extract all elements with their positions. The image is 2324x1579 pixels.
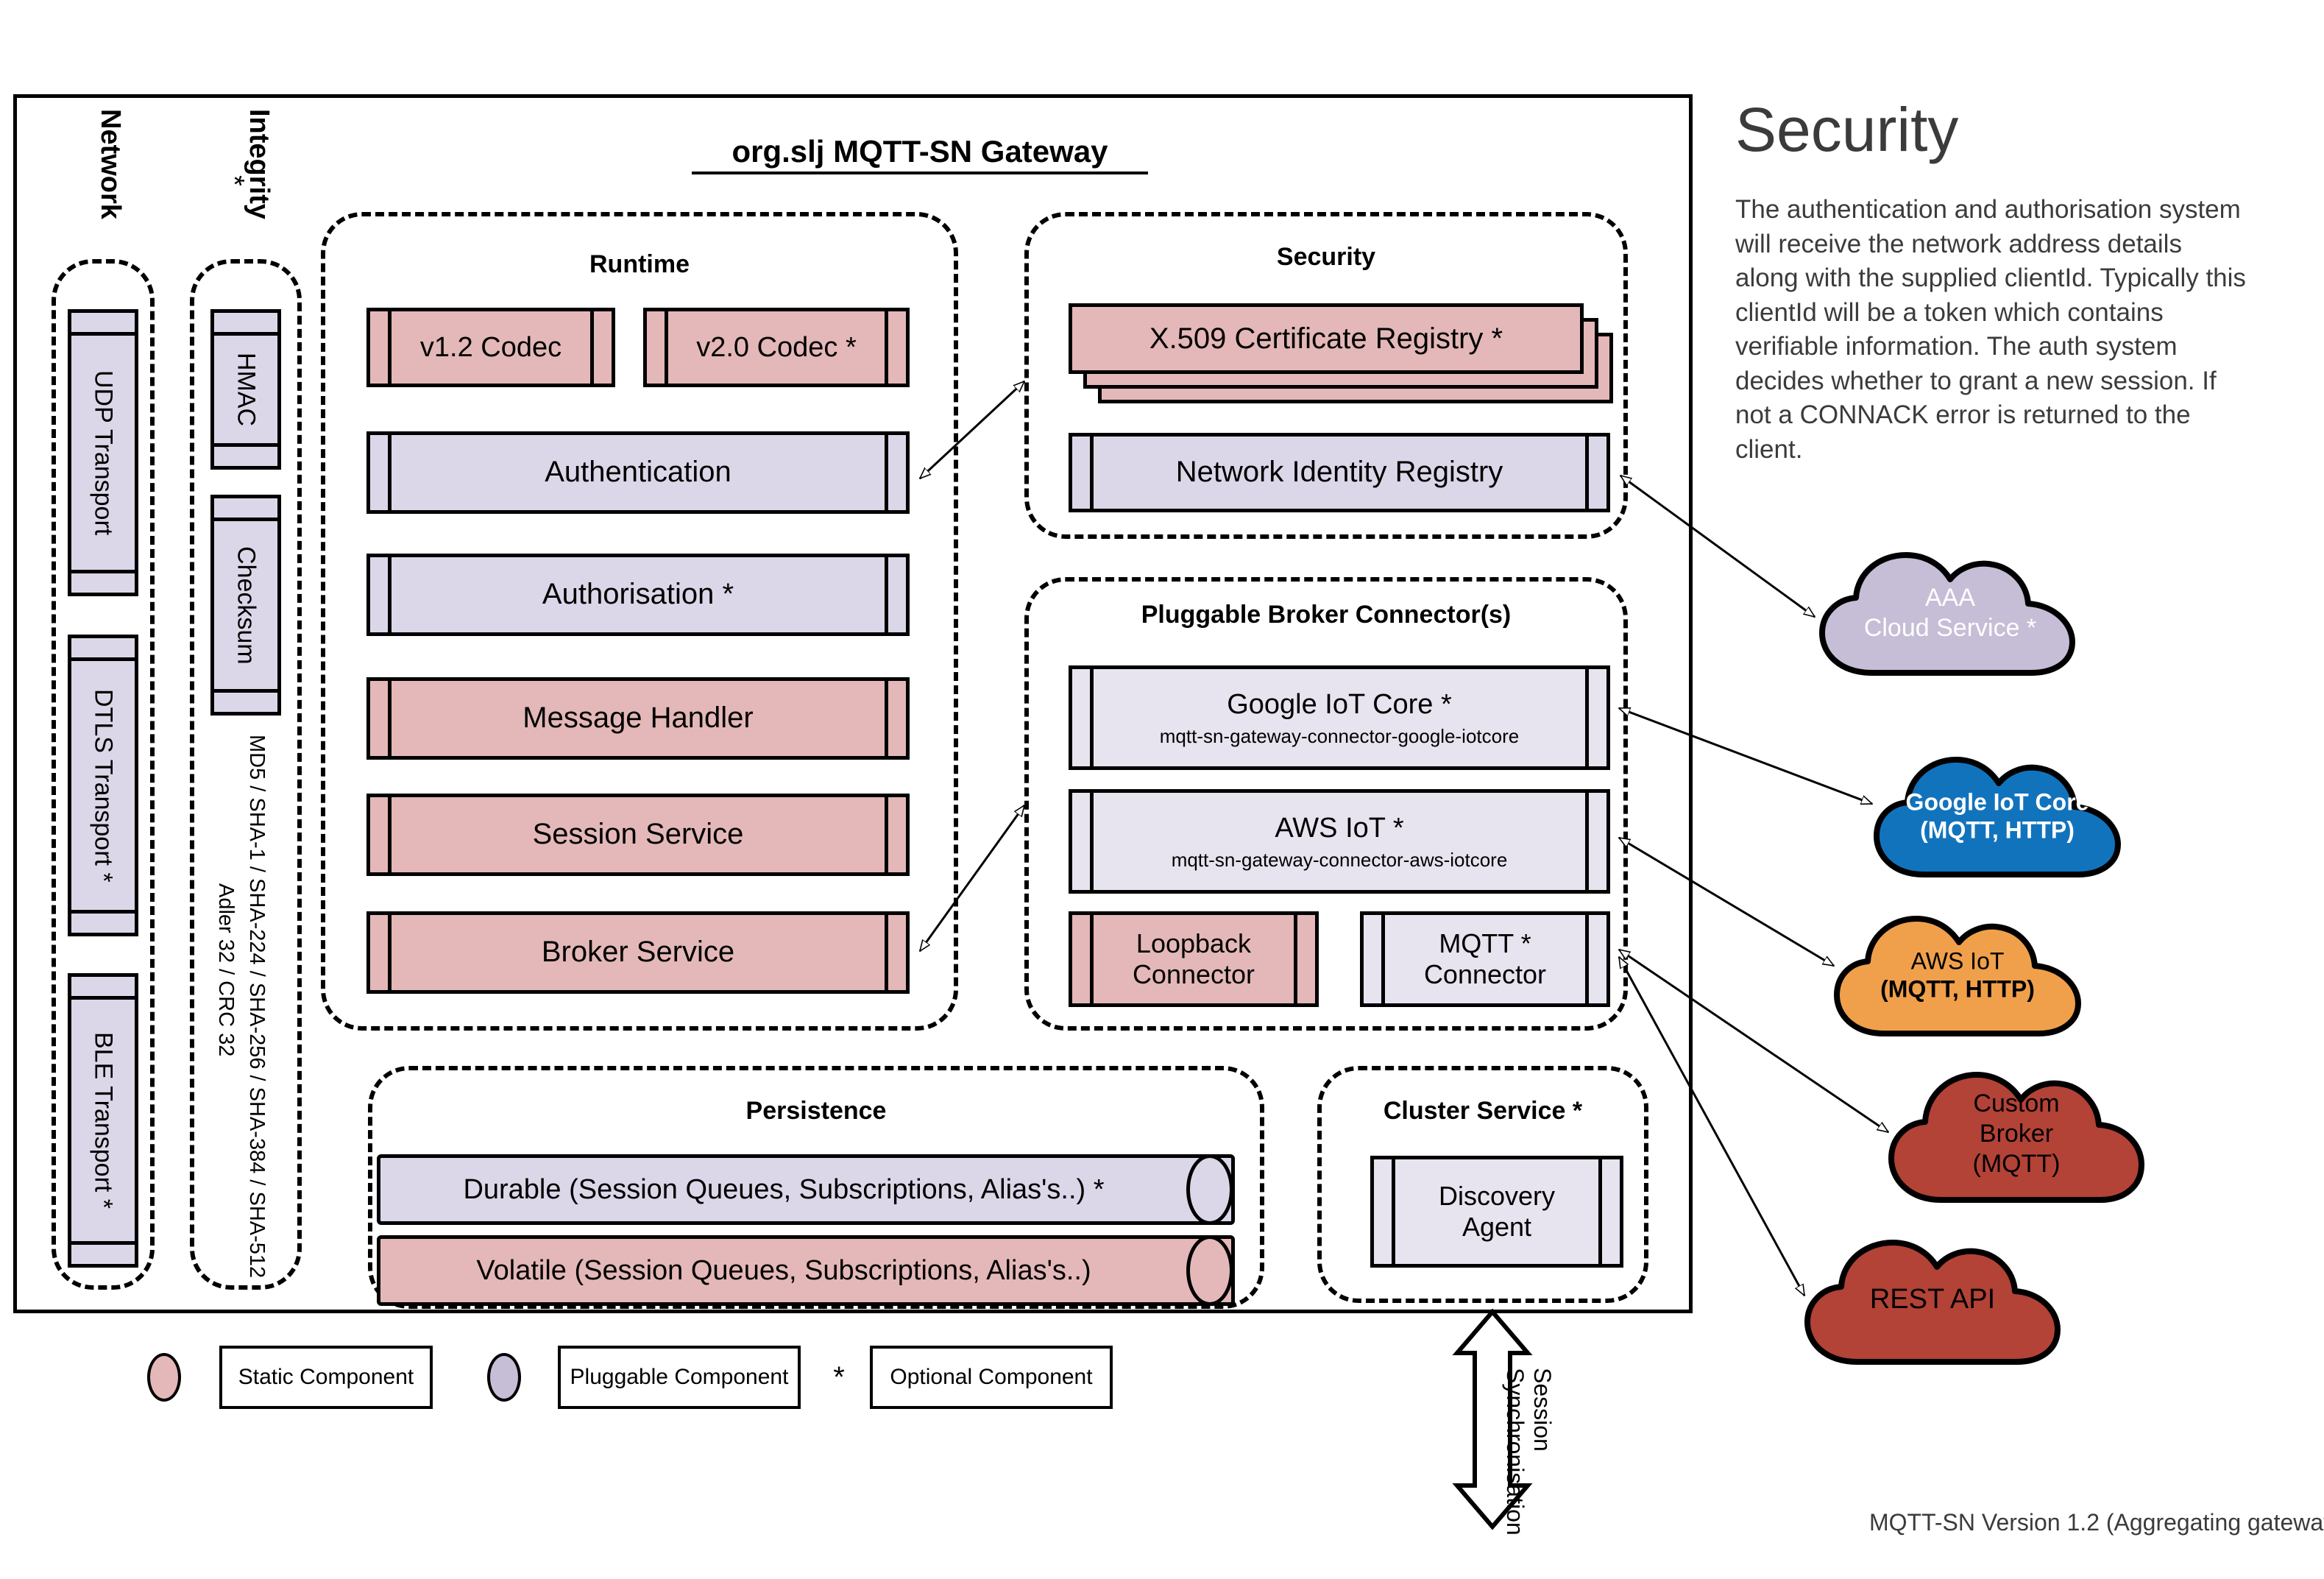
runtime-service-authorisation[interactable]: Authorisation *	[366, 554, 910, 636]
runtime-service-message-handler[interactable]: Message Handler	[366, 677, 910, 760]
component-label: Durable (Session Queues, Subscriptions, …	[463, 1173, 1105, 1205]
component-sublabel: mqtt-sn-gateway-connector-aws-iotcore	[1171, 848, 1508, 871]
legend-marker-optional: *	[833, 1360, 845, 1393]
component-label: AWS IoT *	[1275, 812, 1404, 844]
legend-label-optional: Optional Component	[870, 1346, 1113, 1409]
integrity-algorithms-text-2: Adler 32 / CRC 32	[214, 883, 238, 1057]
component-label: Discovery Agent	[1438, 1180, 1556, 1242]
connector-aws-iot[interactable]: AWS IoT * mqtt-sn-gateway-connector-aws-…	[1069, 789, 1610, 894]
cloud-aaa-cloud-service[interactable]: AAA Cloud Service *	[1815, 546, 2086, 680]
legend-label-pluggable: Pluggable Component	[558, 1346, 801, 1409]
component-label: Authentication	[545, 456, 731, 489]
security-item-x509-registry-stack[interactable]: X.509 Certificate Registry *	[1069, 303, 1628, 406]
component-label: v2.0 Codec *	[696, 331, 857, 363]
persistence-store-volatile[interactable]: Volatile (Session Queues, Subscriptions,…	[377, 1235, 1235, 1306]
network-column-caption: Network	[95, 109, 126, 219]
broker-connectors-group-title: Pluggable Broker Connector(s)	[1141, 601, 1512, 629]
component-label: Authorisation *	[542, 578, 734, 611]
network-item-label: UDP Transport	[89, 370, 118, 536]
runtime-service-session-service[interactable]: Session Service	[366, 794, 910, 876]
security-panel-body: The authentication and authorisation sys…	[1735, 195, 2246, 464]
cloud-aws-iot[interactable]: AWS IoT (MQTT, HTTP)	[1829, 910, 2086, 1041]
security-panel-heading: Security	[1735, 95, 1959, 164]
legend-swatch-static	[147, 1353, 181, 1402]
integrity-algorithms-text: MD5 / SHA-1 / SHA-224 / SHA-256 / SHA-38…	[245, 735, 269, 1279]
network-item-ble-transport[interactable]: BLE Transport *	[68, 973, 138, 1268]
footer-note: MQTT-SN Version 1.2 (Aggregating gateway…	[1869, 1509, 2324, 1536]
component-sublabel: mqtt-sn-gateway-connector-google-iotcore	[1159, 724, 1520, 747]
runtime-service-broker-service[interactable]: Broker Service	[366, 911, 910, 994]
legend-label-static: Static Component	[219, 1346, 433, 1409]
network-item-label: DTLS Transport *	[89, 688, 118, 883]
stack-sheet-front: X.509 Certificate Registry *	[1069, 303, 1584, 374]
session-synchronisation-label: Session Synchronisation	[1502, 1368, 1556, 1536]
component-label: MQTT * Connector	[1423, 928, 1547, 989]
cloud-google-iot-core[interactable]: Google IoT Core (MQTT, HTTP)	[1869, 751, 2125, 882]
component-label: Google IoT Core *	[1227, 688, 1452, 720]
component-label: Broker Service	[541, 936, 735, 969]
legend-swatch-pluggable	[487, 1353, 521, 1402]
component-label: Message Handler	[522, 702, 754, 735]
network-item-udp-transport[interactable]: UDP Transport	[68, 309, 138, 596]
connector-google-iot-core[interactable]: Google IoT Core * mqtt-sn-gateway-connec…	[1069, 665, 1610, 770]
persistence-group-title: Persistence	[745, 1097, 887, 1125]
runtime-codec-v20[interactable]: v2.0 Codec *	[643, 308, 910, 387]
connector-loopback[interactable]: Loopback Connector	[1069, 911, 1319, 1007]
integrity-item-label: HMAC	[232, 352, 261, 427]
integrity-item-hmac[interactable]: HMAC	[210, 309, 281, 470]
component-label: X.509 Certificate Registry *	[1149, 322, 1503, 355]
component-label: v1.2 Codec	[419, 331, 562, 363]
component-label: Volatile (Session Queues, Subscriptions,…	[476, 1254, 1091, 1286]
component-label: Network Identity Registry	[1175, 456, 1503, 489]
integrity-item-label: Checksum	[232, 545, 261, 665]
network-item-label: BLE Transport *	[89, 1031, 118, 1209]
connector-mqtt[interactable]: MQTT * Connector	[1360, 911, 1610, 1007]
cluster-item-discovery-agent[interactable]: Discovery Agent	[1370, 1156, 1623, 1268]
page-title: org.slj MQTT-SN Gateway	[692, 134, 1148, 174]
diagram-canvas: org.slj MQTT-SN Gateway Network UDP Tran…	[0, 0, 2324, 1579]
cluster-service-group-title: Cluster Service *	[1383, 1097, 1583, 1125]
integrity-item-checksum[interactable]: Checksum	[210, 495, 281, 716]
persistence-store-durable[interactable]: Durable (Session Queues, Subscriptions, …	[377, 1154, 1235, 1225]
runtime-group-title: Runtime	[589, 250, 690, 278]
integrity-column-caption: Integrity	[244, 109, 274, 219]
cloud-custom-broker[interactable]: Custom Broker (MQTT)	[1884, 1060, 2149, 1207]
integrity-optional-marker: *	[219, 175, 249, 186]
network-item-dtls-transport[interactable]: DTLS Transport *	[68, 635, 138, 936]
runtime-service-authentication[interactable]: Authentication	[366, 431, 910, 514]
runtime-codec-v12[interactable]: v1.2 Codec	[366, 308, 615, 387]
security-item-network-identity-registry[interactable]: Network Identity Registry	[1069, 433, 1610, 512]
cloud-rest-api[interactable]: REST API	[1800, 1231, 2065, 1369]
component-label: Loopback Connector	[1132, 928, 1255, 989]
component-label: Session Service	[532, 818, 744, 851]
security-group-title: Security	[1276, 243, 1376, 271]
